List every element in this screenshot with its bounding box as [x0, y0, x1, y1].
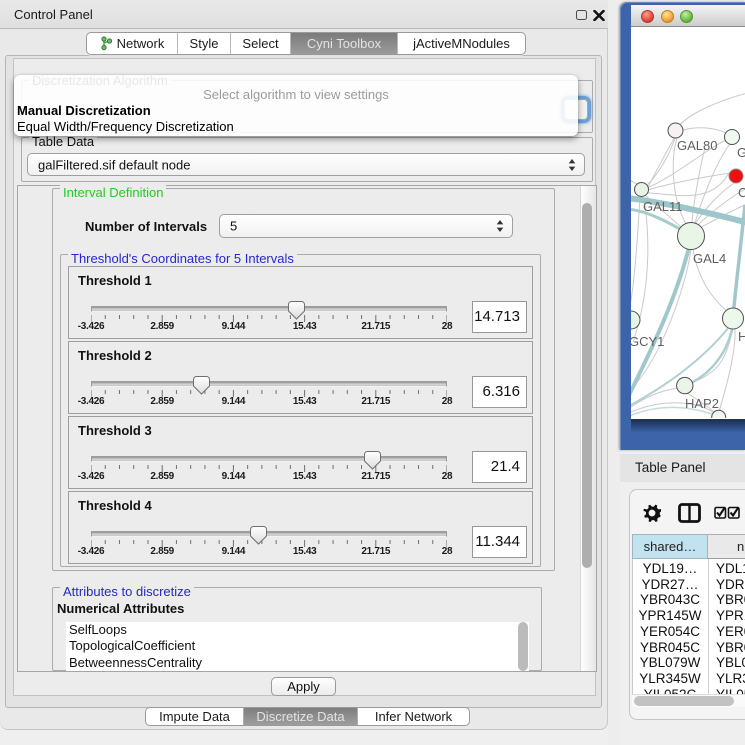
svg-text:GAL11: GAL11	[643, 199, 683, 214]
svg-text:HAP2: HAP2	[685, 396, 719, 411]
svg-text:GCY1: GCY1	[631, 334, 664, 349]
svg-text:HIS: HIS	[738, 329, 745, 344]
svg-text:GAL2: GAL2	[737, 145, 745, 160]
svg-text:GAL4: GAL4	[693, 251, 726, 266]
svg-text:GAL80: GAL80	[677, 138, 717, 153]
svg-text:CYC: CYC	[738, 185, 745, 200]
